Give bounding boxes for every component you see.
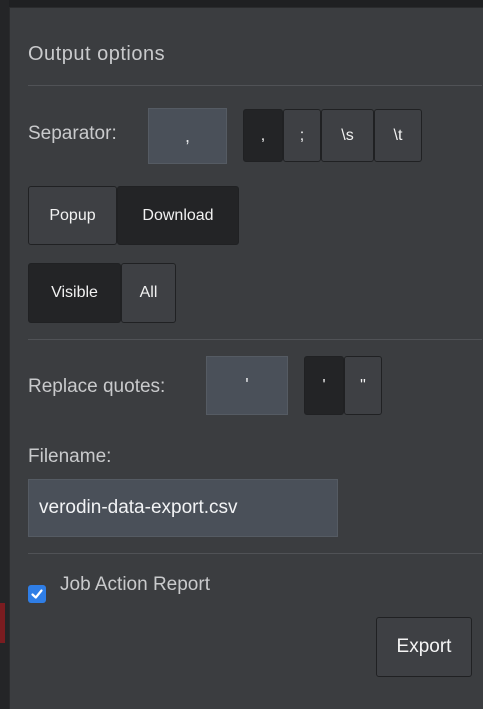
separator-current-value: , bbox=[148, 108, 227, 164]
filename-input[interactable] bbox=[28, 479, 338, 537]
job-action-report-checkbox[interactable] bbox=[28, 585, 46, 603]
separator-label: Separator: bbox=[28, 123, 117, 144]
window-top-edge bbox=[0, 0, 483, 7]
popup-button[interactable]: Popup bbox=[28, 186, 117, 245]
output-options-panel: Output options Separator: , , ; \s \t Po… bbox=[10, 8, 483, 709]
export-button[interactable]: Export bbox=[376, 617, 472, 677]
job-action-report-label: Job Action Report bbox=[60, 574, 210, 595]
quote-option-single[interactable]: ' bbox=[304, 356, 344, 415]
checkmark-icon bbox=[31, 589, 43, 599]
separator-option-semicolon[interactable]: ; bbox=[283, 109, 321, 162]
divider bbox=[28, 553, 482, 554]
visible-button[interactable]: Visible bbox=[28, 263, 121, 323]
divider bbox=[28, 85, 482, 86]
divider bbox=[28, 339, 482, 340]
quote-current-value: ' bbox=[206, 356, 288, 415]
separator-option-comma[interactable]: , bbox=[243, 109, 283, 162]
download-button[interactable]: Download bbox=[117, 186, 239, 245]
separator-option-space[interactable]: \s bbox=[321, 109, 374, 162]
filename-label: Filename: bbox=[28, 446, 112, 467]
replace-quotes-label: Replace quotes: bbox=[28, 376, 166, 397]
all-button[interactable]: All bbox=[121, 263, 176, 323]
quote-option-double[interactable]: " bbox=[344, 356, 382, 415]
panel-title: Output options bbox=[28, 43, 166, 65]
separator-option-tab[interactable]: \t bbox=[374, 109, 422, 162]
background-accent bbox=[0, 603, 5, 643]
